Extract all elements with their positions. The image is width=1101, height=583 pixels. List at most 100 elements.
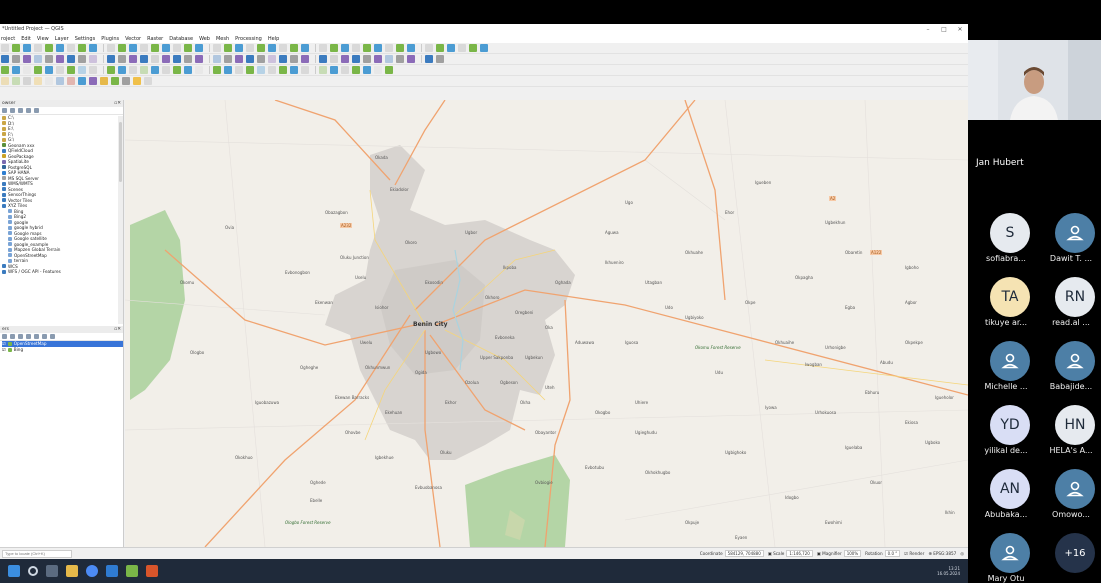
toolbar-tool-icon[interactable] — [396, 55, 404, 63]
toolbar-tool-icon[interactable] — [45, 44, 53, 52]
toolbar-tool-icon[interactable] — [385, 44, 393, 52]
toolbar-tool-icon[interactable] — [352, 44, 360, 52]
toolbar-tool-icon[interactable] — [235, 55, 243, 63]
toolbar-tool-icon[interactable] — [319, 44, 327, 52]
plugin-tool-icon[interactable] — [12, 77, 20, 85]
toolbar-tool-icon[interactable] — [268, 55, 276, 63]
more-participants-tile[interactable]: +16 — [1038, 533, 1101, 583]
toolbar-tool-icon[interactable] — [173, 44, 181, 52]
toolbar-tool-icon[interactable] — [140, 66, 148, 74]
toolbar-tool-icon[interactable] — [107, 44, 115, 52]
panel-float-close-icon[interactable]: ▫✕ — [114, 101, 121, 106]
toolbar-tool-icon[interactable] — [173, 66, 181, 74]
toolbar-tool-icon[interactable] — [363, 66, 371, 74]
toolbar-tool-icon[interactable] — [246, 44, 254, 52]
toolbar-tool-icon[interactable] — [447, 44, 455, 52]
map-canvas[interactable]: Benin City Ekiadolor Okada Uselu Ugbowo Ikpob… — [125, 100, 968, 547]
participant-tile[interactable]: HN HELA's A... — [1038, 405, 1101, 465]
toolbar-tool-icon[interactable] — [34, 66, 42, 74]
toolbar-tool-icon[interactable] — [1, 44, 9, 52]
task-view-icon[interactable] — [46, 565, 58, 577]
toolbar-tool-icon[interactable] — [279, 66, 287, 74]
presentation-app-icon[interactable] — [146, 565, 158, 577]
toolbar-tool-icon[interactable] — [407, 44, 415, 52]
toolbar-tool-icon[interactable] — [184, 44, 192, 52]
toolbar-tool-icon[interactable] — [363, 44, 371, 52]
toolbar-tool-icon[interactable] — [469, 44, 477, 52]
scale-field[interactable]: 1:146,720 — [786, 550, 813, 557]
magnifier-field[interactable]: 100% — [843, 550, 862, 557]
toolbar-tool-icon[interactable] — [235, 66, 243, 74]
coordinate-field[interactable]: 584129, 704880 — [724, 550, 764, 557]
participant-tile[interactable]: Dawit T. ... — [1038, 213, 1101, 273]
toolbar-tool-icon[interactable] — [184, 55, 192, 63]
search-icon[interactable] — [28, 566, 38, 576]
participant-tile[interactable]: Omowo... — [1038, 469, 1101, 529]
toolbar-tool-icon[interactable] — [330, 66, 338, 74]
toolbar-tool-icon[interactable] — [56, 44, 64, 52]
chrome-icon[interactable] — [86, 565, 98, 577]
plugin-tool-icon[interactable] — [144, 77, 152, 85]
qgis-taskbar-icon[interactable] — [126, 565, 138, 577]
toolbar-tool-icon[interactable] — [129, 55, 137, 63]
toolbar-tool-icon[interactable] — [34, 44, 42, 52]
filter-icon[interactable] — [18, 108, 23, 113]
participant-tile[interactable]: YD yilikal de... — [973, 405, 1039, 465]
remove-layer-icon[interactable] — [50, 334, 55, 339]
lock-icon[interactable]: ▣ — [817, 551, 821, 556]
collapse-all-icon[interactable] — [42, 334, 47, 339]
toolbar-tool-icon[interactable] — [140, 44, 148, 52]
toolbar-tool-icon[interactable] — [374, 66, 382, 74]
toolbar-tool-icon[interactable] — [279, 44, 287, 52]
toolbar-tool-icon[interactable] — [56, 66, 64, 74]
toolbar-tool-icon[interactable] — [279, 55, 287, 63]
toolbar-tool-icon[interactable] — [195, 55, 203, 63]
plugin-tool-icon[interactable] — [34, 77, 42, 85]
toolbar-tool-icon[interactable] — [12, 44, 20, 52]
toolbar-tool-icon[interactable] — [89, 55, 97, 63]
toolbar-tool-icon[interactable] — [374, 55, 382, 63]
menu-help[interactable]: Help — [268, 36, 279, 42]
toolbar-tool-icon[interactable] — [118, 55, 126, 63]
menu-view[interactable]: View — [37, 36, 49, 42]
toolbar-tool-icon[interactable] — [195, 66, 203, 74]
toolbar-tool-icon[interactable] — [1, 66, 9, 74]
system-tray-clock[interactable]: 13:21 16.05.2024 — [937, 566, 960, 576]
toolbar-tool-icon[interactable] — [436, 44, 444, 52]
plugin-tool-icon[interactable] — [133, 77, 141, 85]
collapse-all-icon[interactable] — [26, 108, 31, 113]
crs-button[interactable]: ⊕ EPSG:3857 — [928, 551, 956, 556]
toolbar-tool-icon[interactable] — [301, 55, 309, 63]
toolbar-tool-icon[interactable] — [129, 44, 137, 52]
rotation-field[interactable]: 0.0 ° — [884, 550, 901, 557]
maximize-icon[interactable]: □ — [936, 26, 952, 33]
toolbar-tool-icon[interactable] — [107, 55, 115, 63]
toolbar-tool-icon[interactable] — [78, 44, 86, 52]
lock-icon[interactable]: ▣ — [768, 551, 772, 556]
toolbar-tool-icon[interactable] — [224, 55, 232, 63]
plugin-tool-icon[interactable] — [56, 77, 64, 85]
toolbar-tool-icon[interactable] — [341, 55, 349, 63]
toolbar-tool-icon[interactable] — [319, 55, 327, 63]
toolbar-tool-icon[interactable] — [480, 44, 488, 52]
participant-tile[interactable]: Ssofiabra... — [973, 213, 1039, 273]
toolbar-tool-icon[interactable] — [173, 55, 181, 63]
menu-web[interactable]: Web — [199, 36, 210, 42]
plugin-tool-icon[interactable] — [1, 77, 9, 85]
toolbar-tool-icon[interactable] — [290, 66, 298, 74]
toolbar-tool-icon[interactable] — [458, 44, 466, 52]
toolbar-tool-icon[interactable] — [330, 44, 338, 52]
toolbar-tool-icon[interactable] — [118, 44, 126, 52]
toolbar-tool-icon[interactable] — [151, 66, 159, 74]
layer-visibility-checkbox[interactable]: ☑ — [2, 341, 6, 347]
toolbar-tool-icon[interactable] — [257, 44, 265, 52]
toolbar-tool-icon[interactable] — [89, 66, 97, 74]
messages-button[interactable]: ◎ — [960, 551, 964, 556]
participant-tile[interactable]: Mary Otu — [973, 533, 1039, 583]
toolbar-tool-icon[interactable] — [140, 55, 148, 63]
toolbar-tool-icon[interactable] — [425, 55, 433, 63]
speaker-video-tile[interactable] — [968, 40, 1101, 120]
toolbar-tool-icon[interactable] — [224, 66, 232, 74]
participant-tile[interactable]: TA tikuye ar... — [973, 277, 1039, 337]
layer-visibility-checkbox[interactable]: ☑ — [2, 347, 6, 353]
